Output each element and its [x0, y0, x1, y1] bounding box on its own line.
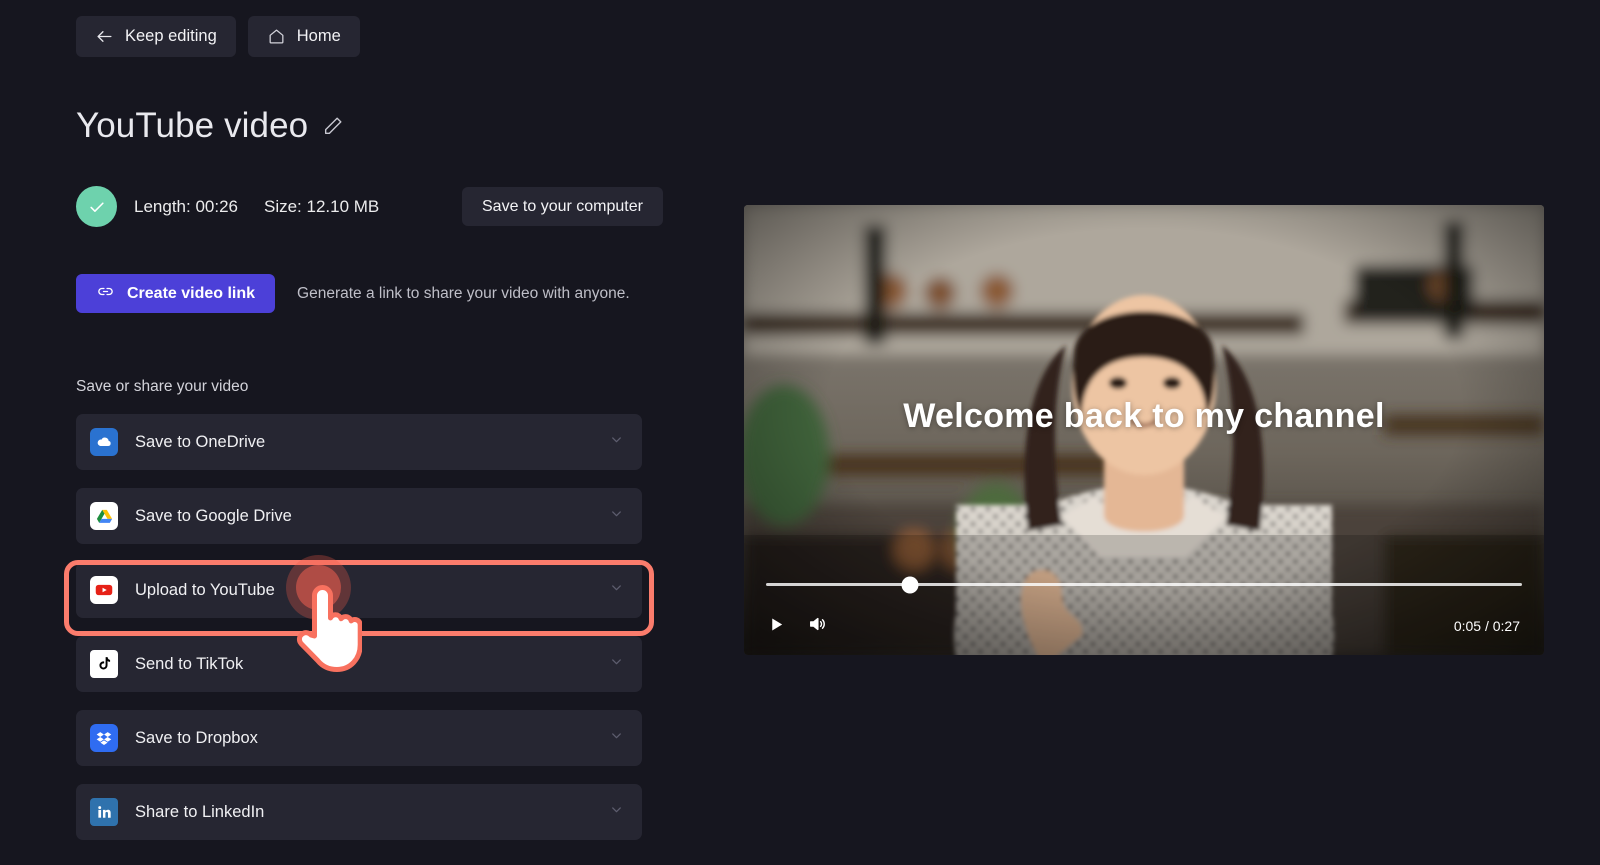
linkedin-icon	[90, 798, 118, 826]
create-video-link-label: Create video link	[127, 284, 256, 302]
share-row-google-drive[interactable]: Save to Google Drive	[76, 488, 642, 544]
home-label: Home	[296, 27, 341, 45]
link-icon	[96, 282, 115, 306]
video-length: Length: 00:26	[134, 196, 238, 216]
chevron-down-icon[interactable]	[609, 580, 624, 600]
chevron-down-icon[interactable]	[609, 802, 624, 822]
chevron-down-icon[interactable]	[609, 432, 624, 452]
create-link-hint: Generate a link to share your video with…	[297, 284, 630, 302]
scrubber-handle[interactable]	[901, 576, 919, 593]
chevron-down-icon[interactable]	[609, 506, 624, 526]
share-label: Save to Dropbox	[135, 728, 258, 747]
player-controls: 0:05 / 0:27	[744, 559, 1544, 655]
top-navigation-bar: Keep editing Home	[76, 16, 360, 57]
home-icon	[267, 27, 286, 46]
share-row-linkedin[interactable]: Share to LinkedIn	[76, 784, 642, 840]
pencil-icon[interactable]	[322, 115, 344, 137]
export-share-screen: Keep editing Home YouTube video Length: …	[0, 0, 1600, 865]
home-button[interactable]: Home	[247, 16, 360, 57]
video-size: Size: 12.10 MB	[263, 196, 380, 216]
keep-editing-button[interactable]: Keep editing	[76, 16, 236, 57]
page-title-row: YouTube video	[76, 106, 344, 146]
keep-editing-label: Keep editing	[125, 27, 217, 45]
progress-scrubber[interactable]	[766, 576, 1522, 593]
share-section-label: Save or share your video	[76, 378, 249, 395]
play-button[interactable]	[768, 615, 785, 637]
share-label: Share to LinkedIn	[135, 802, 265, 821]
check-circle-icon	[76, 186, 117, 227]
save-to-computer-button[interactable]: Save to your computer	[462, 187, 663, 226]
share-options-list: Save to OneDrive Save to Google Drive Up…	[76, 414, 642, 858]
share-label: Upload to YouTube	[135, 580, 275, 599]
share-row-youtube[interactable]: Upload to YouTube	[76, 562, 642, 618]
google-drive-icon	[90, 502, 118, 530]
arrow-left-icon	[95, 27, 114, 46]
share-label: Send to TikTok	[135, 654, 244, 673]
share-label: Save to Google Drive	[135, 506, 292, 525]
page-title: YouTube video	[76, 106, 309, 145]
timecode-display: 0:05 / 0:27	[1453, 617, 1520, 634]
export-status-row: Length: 00:26 Size: 12.10 MB	[76, 186, 379, 227]
share-row-onedrive[interactable]: Save to OneDrive	[76, 414, 642, 470]
onedrive-icon	[90, 428, 118, 456]
volume-icon	[807, 614, 827, 637]
volume-button[interactable]	[807, 614, 827, 637]
share-row-tiktok[interactable]: Send to TikTok	[76, 636, 642, 692]
play-icon	[768, 615, 785, 637]
chevron-down-icon[interactable]	[609, 654, 624, 674]
video-preview-player[interactable]: Welcome back to my channel 0:05 / 0:27	[744, 205, 1544, 655]
share-label: Save to OneDrive	[135, 432, 266, 451]
video-caption-text: Welcome back to my channel	[903, 397, 1385, 435]
create-link-row: Create video link Generate a link to sha…	[76, 274, 630, 313]
youtube-icon	[90, 576, 118, 604]
chevron-down-icon[interactable]	[609, 728, 624, 748]
dropbox-icon	[90, 724, 118, 752]
create-video-link-button[interactable]: Create video link	[76, 274, 276, 313]
tiktok-icon	[90, 650, 118, 678]
share-row-dropbox[interactable]: Save to Dropbox	[76, 710, 642, 766]
